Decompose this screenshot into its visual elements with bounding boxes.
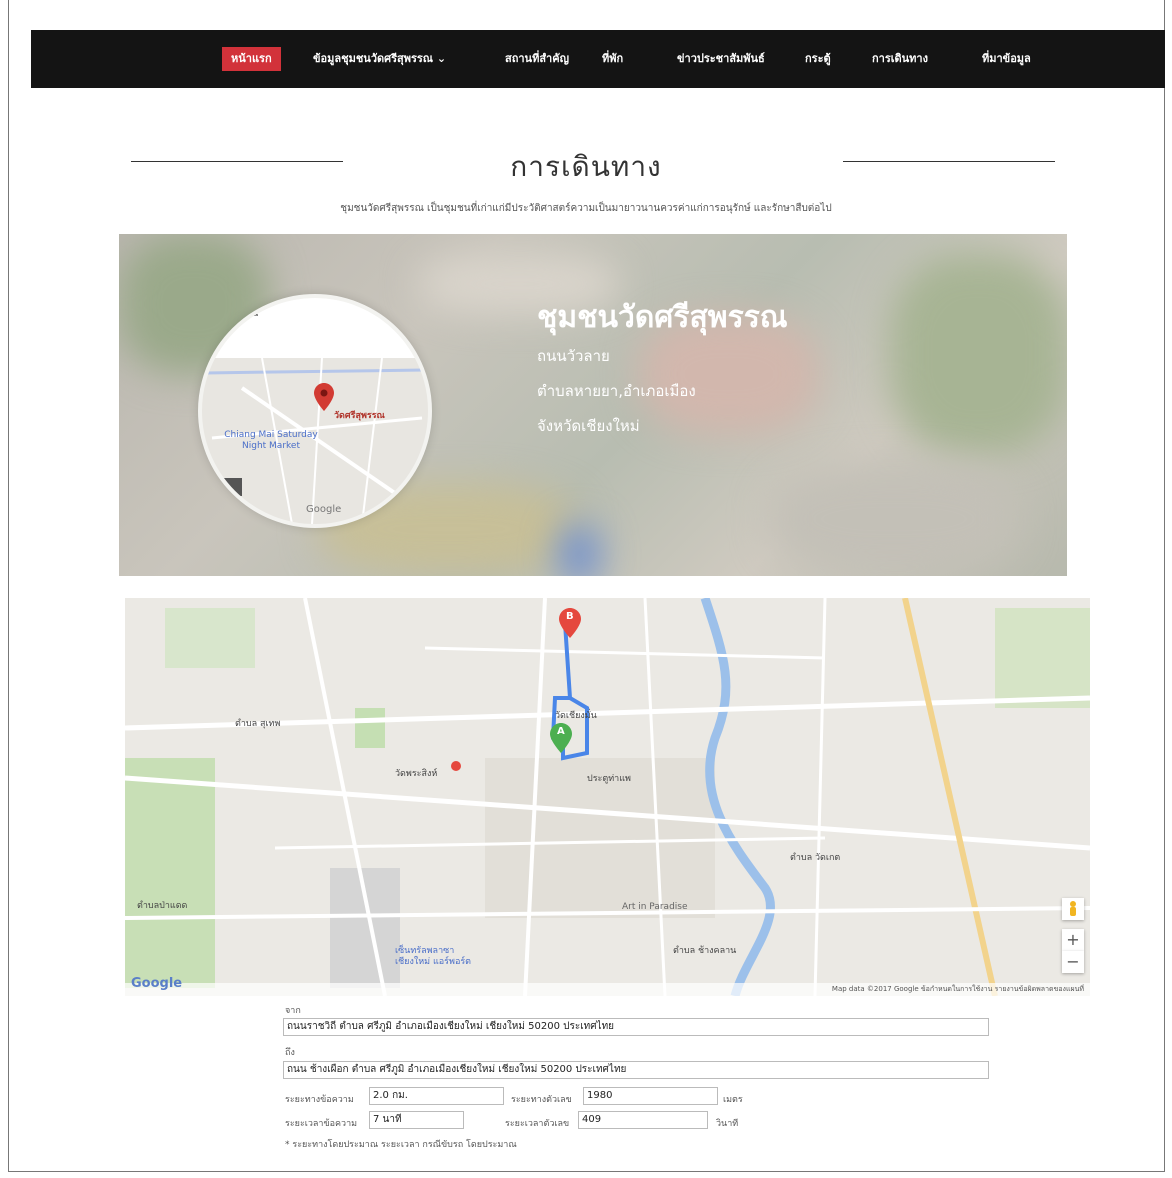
time-text-input[interactable]: 7 นาที <box>369 1111 464 1129</box>
distance-number-label: ระยะทางตัวเลข <box>511 1095 572 1105</box>
map-attribution[interactable]: Map data ©2017 Google ข้อกำหนดในการใช้งา… <box>832 984 1084 995</box>
time-number-input[interactable]: 409 <box>578 1111 708 1129</box>
route-start-marker-label: A <box>557 726 565 737</box>
distance-unit-label: เมตร <box>723 1095 743 1105</box>
nav-item-board[interactable]: กระตู้ <box>796 47 840 71</box>
from-label: จาก <box>285 1006 301 1016</box>
map-label-central-airport: เซ็นทรัลพลาซา เชียงใหม่ แอร์พอร์ต <box>395 946 472 967</box>
nav-item-home[interactable]: หน้าแรก <box>222 47 281 71</box>
map-label-wat-ket: ตำบล วัดเกต <box>790 853 841 863</box>
distance-text-input[interactable]: 2.0 กม. <box>369 1087 504 1105</box>
to-label: ถึง <box>285 1048 295 1058</box>
map-label-art-in-paradise: Art in Paradise <box>622 902 688 912</box>
banner-title: ชุมชนวัดศรีสุพรรณ <box>537 300 788 335</box>
map-label-tha-phae-gate: ประตูท่าแพ <box>587 774 631 784</box>
street-view-pegman-icon[interactable] <box>1062 898 1084 920</box>
circle-map-market-label: Chiang Mai Saturday Night Market <box>224 430 318 451</box>
nav-item-accommodation[interactable]: ที่พัก <box>593 47 632 71</box>
location-banner: สุพรรณ วัดศรีสุพรรณ Chiang Mai Saturday … <box>119 234 1067 576</box>
banner-address-province: จังหวัดเชียงใหม่ <box>537 417 640 435</box>
map-google-logo: Google <box>131 976 183 991</box>
title-divider-right <box>843 161 1055 162</box>
banner-address-street: ถนนวัวลาย <box>537 347 610 365</box>
map-zoom-out-button[interactable]: − <box>1062 951 1084 973</box>
circle-map-place-label: วัดศรีสุพรรณ <box>334 411 385 421</box>
distance-text-label: ระยะทางข้อความ <box>285 1095 354 1105</box>
map-label-chang-khlan: ตำบล ช้างคลาน <box>673 946 737 956</box>
from-address-input[interactable]: ถนนราชวิถี ตำบล ศรีภูมิ อำเภอเมืองเชียงใ… <box>283 1018 989 1036</box>
route-map[interactable]: A B ตำบล สุเทพ ตำบล วัดเกต Art in Paradi… <box>125 598 1090 996</box>
route-end-marker-label: B <box>566 611 574 622</box>
nav-item-community-info[interactable]: ข้อมูลชุมชนวัดศรีสุพรรณ ⌄ <box>304 47 455 71</box>
section-subtitle: ชุมชนวัดศรีสุพรรณ เป็นชุมชนที่เก่าแก่มีป… <box>340 203 832 214</box>
map-label-wat-chiang-man: วัดเชียงมั่น <box>555 711 597 721</box>
section-title: การเดินทาง <box>510 150 662 183</box>
distance-number-input[interactable]: 1980 <box>583 1087 718 1105</box>
nav-item-news[interactable]: ข่าวประชาสัมพันธ์ <box>668 47 774 71</box>
svg-text:สุพรรณ: สุพรรณ <box>232 309 259 318</box>
map-label-wat-phra-singh: วัดพระสิงห์ <box>395 769 438 779</box>
map-label-pa-daet: ตำบลป่าแดด <box>137 901 188 911</box>
estimate-note: * ระยะทางโดยประมาณ ระยะเวลา กรณีขับรถ โด… <box>285 1140 517 1150</box>
top-navbar: หน้าแรก ข้อมูลชุมชนวัดศรีสุพรรณ ⌄ สถานที… <box>31 30 1165 88</box>
nav-item-sources[interactable]: ที่มาข้อมูล <box>973 47 1040 71</box>
nav-item-places[interactable]: สถานที่สำคัญ <box>496 47 578 71</box>
poi-marker-icon[interactable] <box>450 760 462 772</box>
map-label-suthep: ตำบล สุเทพ <box>235 719 281 729</box>
circle-map-google-logo: Google <box>306 504 342 515</box>
map-zoom-in-button[interactable]: + <box>1062 929 1084 951</box>
nav-item-travel[interactable]: การเดินทาง <box>863 47 937 71</box>
time-unit-label: วินาที <box>716 1119 739 1129</box>
location-circle-map: สุพรรณ วัดศรีสุพรรณ Chiang Mai Saturday … <box>198 294 432 528</box>
banner-address-district: ตำบลหายยา,อำเภอเมือง <box>537 382 696 400</box>
location-pin-icon <box>314 383 334 411</box>
time-text-label: ระยะเวลาข้อความ <box>285 1119 358 1129</box>
to-address-input[interactable]: ถนน ช้างเผือก ตำบล ศรีภูมิ อำเภอเมืองเชี… <box>283 1061 989 1079</box>
time-number-label: ระยะเวลาตัวเลข <box>505 1119 570 1129</box>
